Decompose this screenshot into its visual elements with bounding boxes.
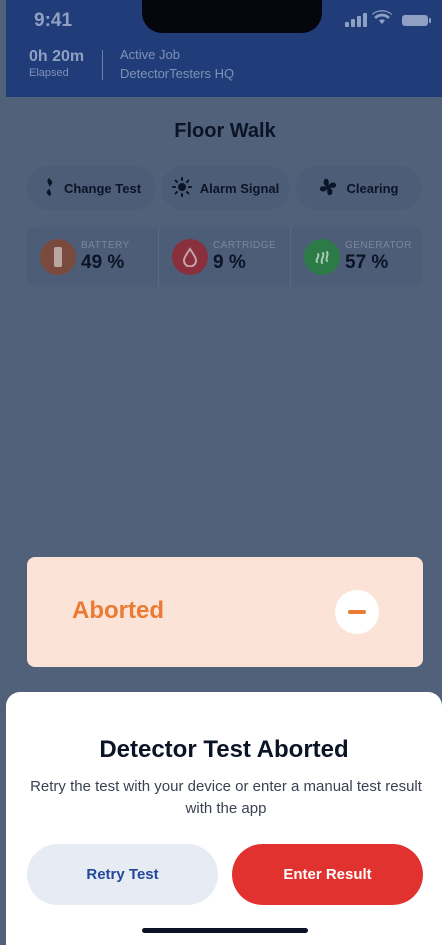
- stat-battery: BATTERY 49 %: [27, 227, 159, 287]
- battery-icon: [40, 239, 76, 275]
- drop-icon: [172, 239, 208, 275]
- heat-icon: [304, 239, 340, 275]
- stat-generator: GENERATOR 57 %: [291, 227, 422, 287]
- change-test-label: Change Test: [63, 180, 142, 196]
- sheet-message: Retry the test with your device or enter…: [30, 778, 422, 817]
- test-status-label: Aborted: [72, 597, 164, 624]
- device-stats: BATTERY 49 % CARTRIDGE 9 % GENERATOR 57 …: [27, 227, 422, 287]
- device-notch: [142, 0, 322, 33]
- sun-icon: [171, 176, 192, 200]
- test-status-card: Aborted: [27, 557, 423, 667]
- header: 9:41 0h 20m Elapsed Active Job DetectorT…: [6, 0, 442, 97]
- alarm-signal-button[interactable]: Alarm Signal: [161, 166, 290, 210]
- smoke-icon: [42, 177, 56, 200]
- cartridge-value: 9 %: [213, 252, 246, 273]
- minus-icon: [335, 590, 379, 634]
- app-screen: 9:41 0h 20m Elapsed Active Job DetectorT…: [0, 0, 442, 945]
- wifi-icon: [372, 9, 392, 28]
- header-divider: [102, 50, 103, 80]
- status-time: 9:41: [34, 10, 73, 31]
- fan-icon: [318, 177, 338, 200]
- generator-value: 57 %: [345, 252, 389, 273]
- elapsed-label: Elapsed: [29, 67, 69, 79]
- elapsed-time: 0h 20m: [29, 48, 85, 65]
- sheet-title: Detector Test Aborted: [99, 736, 349, 763]
- clearing-label: Clearing: [346, 180, 399, 196]
- active-job-label: Active Job: [120, 47, 180, 62]
- enter-result-button[interactable]: Enter Result: [232, 844, 423, 905]
- retry-test-button[interactable]: Retry Test: [27, 844, 218, 905]
- stat-cartridge: CARTRIDGE 9 %: [159, 227, 291, 287]
- page-title: Floor Walk: [174, 120, 276, 142]
- bottom-sheet: Detector Test Aborted Retry the test wit…: [6, 692, 442, 945]
- cartridge-label: CARTRIDGE: [213, 240, 277, 251]
- battery-value: 49 %: [81, 252, 125, 273]
- battery-status-icon: [402, 15, 431, 26]
- generator-label: GENERATOR: [345, 240, 412, 251]
- alarm-signal-label: Alarm Signal: [199, 180, 280, 196]
- signal-icon: [345, 13, 367, 27]
- battery-label: BATTERY: [81, 240, 130, 251]
- change-test-button[interactable]: Change Test: [27, 166, 156, 210]
- home-indicator[interactable]: [142, 928, 308, 933]
- active-job-name[interactable]: DetectorTesters HQ: [120, 66, 234, 81]
- clearing-button[interactable]: Clearing: [295, 166, 422, 210]
